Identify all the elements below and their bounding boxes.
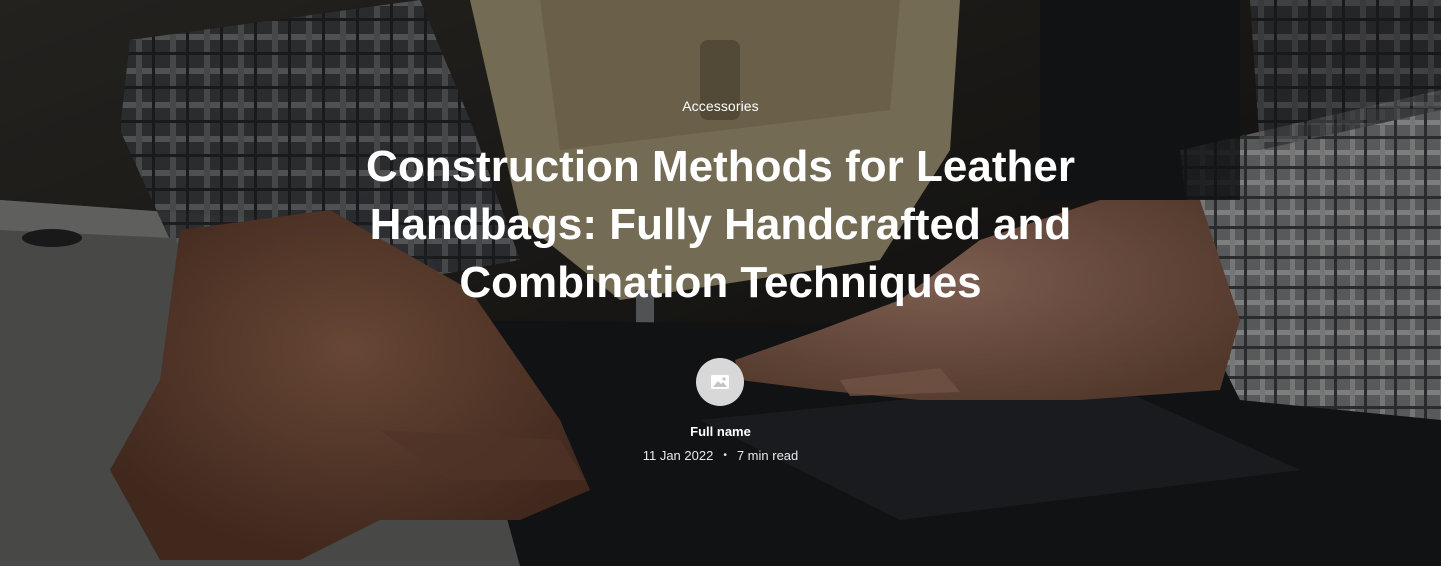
article-meta: 11 Jan 2022 • 7 min read xyxy=(0,448,1441,463)
author-avatar[interactable] xyxy=(696,358,744,406)
image-placeholder-icon xyxy=(711,375,729,389)
category-label[interactable]: Accessories xyxy=(0,98,1441,114)
article-hero: Accessories Construction Methods for Lea… xyxy=(0,0,1441,566)
publish-date: 11 Jan 2022 xyxy=(642,448,714,463)
meta-separator: • xyxy=(723,450,727,461)
read-time: 7 min read xyxy=(736,448,799,463)
hero-content: Accessories Construction Methods for Lea… xyxy=(0,0,1441,566)
article-title: Construction Methods for Leather Handbag… xyxy=(366,142,1075,307)
author-name[interactable]: Full name xyxy=(0,424,1441,439)
